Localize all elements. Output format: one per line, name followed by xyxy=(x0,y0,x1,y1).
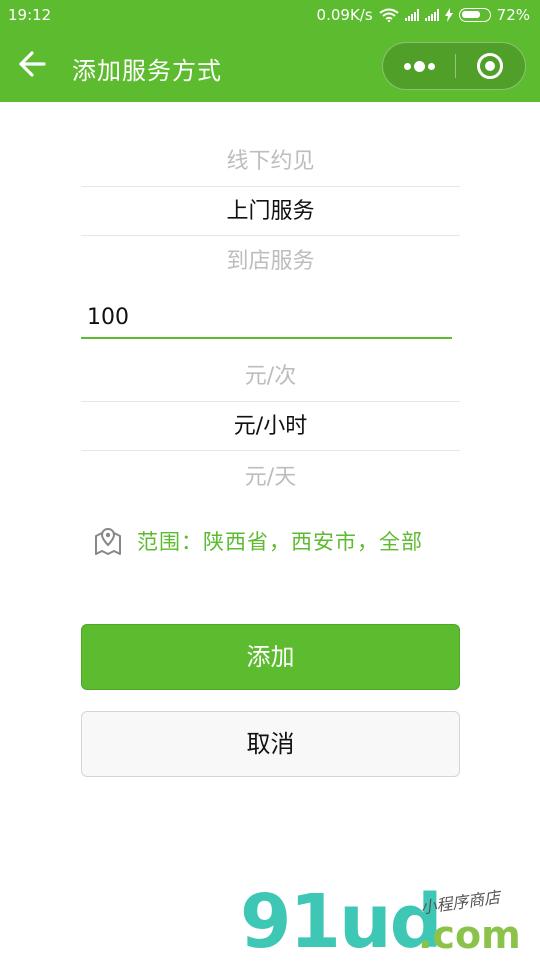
battery-percent: 72% xyxy=(496,6,530,24)
map-pin-icon xyxy=(95,527,121,555)
wifi-icon xyxy=(379,8,399,22)
price-unit-option[interactable]: 元/次 xyxy=(81,352,460,402)
net-speed: 0.09K/s xyxy=(316,6,373,24)
service-type-option[interactable]: 线下约见 xyxy=(81,137,460,187)
page-title: 添加服务方式 xyxy=(72,57,222,85)
status-indicators: 0.09K/s 72% xyxy=(317,6,530,24)
price-unit-option[interactable]: 元/天 xyxy=(81,453,460,503)
more-menu-button[interactable] xyxy=(383,43,455,89)
close-mini-program-button[interactable] xyxy=(477,53,503,79)
charging-icon xyxy=(444,8,453,22)
price-unit-selected[interactable]: 元/小时 xyxy=(81,401,460,451)
capsule-divider xyxy=(455,54,456,78)
watermark-main: 91ud xyxy=(240,879,443,965)
signal-icon-2 xyxy=(424,9,439,21)
more-dots-icon-right xyxy=(428,63,435,70)
signal-icon xyxy=(404,9,419,21)
back-button[interactable] xyxy=(18,50,54,84)
service-type-selected[interactable]: 上门服务 xyxy=(81,186,460,236)
mini-program-capsule xyxy=(382,42,526,90)
watermark-logo: 91ud 小程序商店 .com xyxy=(240,879,530,965)
add-button[interactable]: 添加 xyxy=(81,624,460,690)
more-dots-icon xyxy=(404,63,411,70)
service-range[interactable]: 范围：陕西省，西安市，全部 xyxy=(93,526,423,556)
watermark-domain: .com xyxy=(418,913,521,957)
status-bar: 19:12 0.09K/s 72% xyxy=(0,0,540,32)
title-bar: 添加服务方式 xyxy=(0,32,540,102)
arrow-left-icon xyxy=(19,51,46,77)
more-dots-icon-center xyxy=(414,61,425,72)
service-type-option[interactable]: 到店服务 xyxy=(81,237,460,287)
cancel-button[interactable]: 取消 xyxy=(81,711,460,777)
battery-icon xyxy=(458,8,491,22)
service-range-label: 范围：陕西省，西安市，全部 xyxy=(137,530,423,554)
status-time: 19:12 xyxy=(8,6,52,24)
price-input[interactable] xyxy=(81,298,452,339)
